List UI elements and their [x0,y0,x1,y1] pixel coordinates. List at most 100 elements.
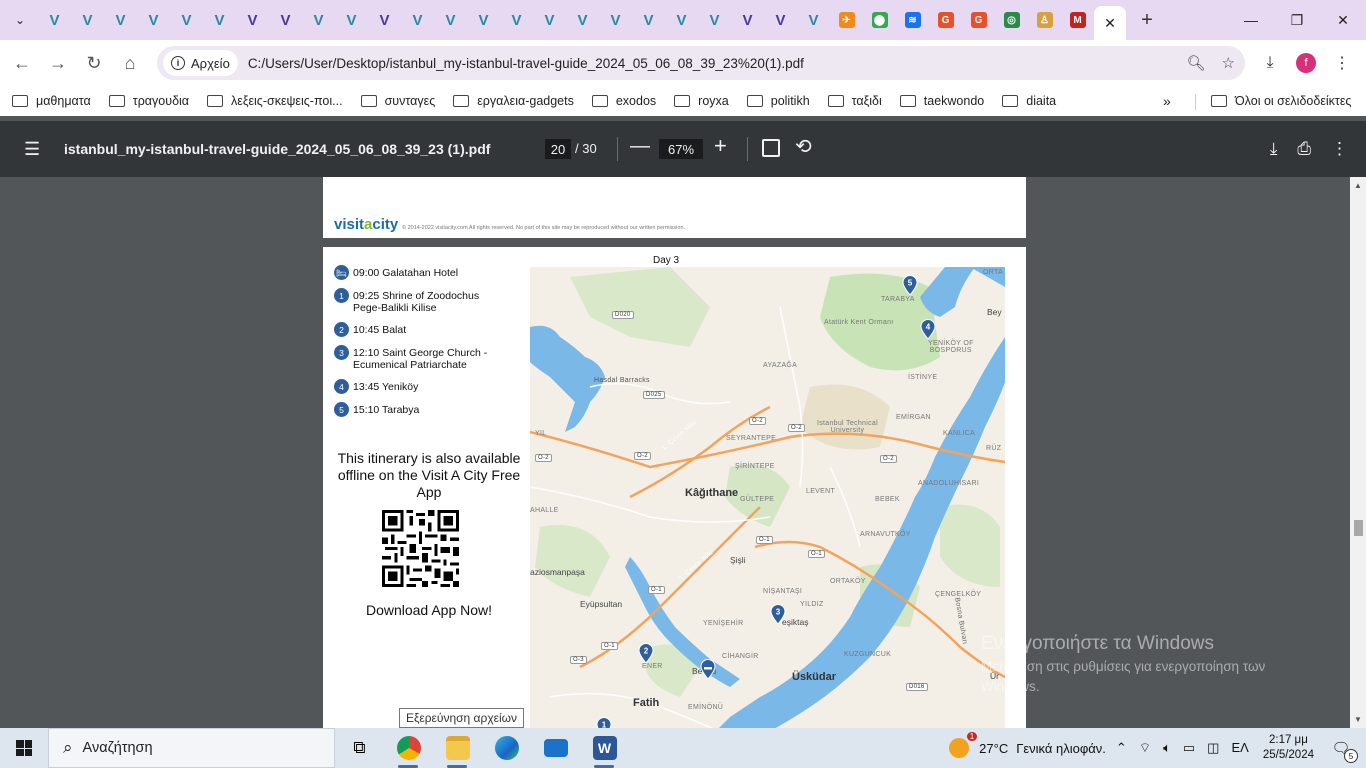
address-bar[interactable]: i Αρχείο C:/Users/User/Desktop/istanbul_… [157,46,1245,80]
bookmark-star-icon[interactable]: ☆ [1222,54,1235,72]
scroll-up-arrow-icon[interactable]: ▲ [1354,181,1362,190]
fit-page-icon[interactable] [762,139,780,157]
page-number-input[interactable]: 20 [545,139,571,159]
taskbar-search[interactable]: ⌕ Αναζήτηση [48,728,335,768]
battery-icon[interactable]: ▭ [1183,740,1195,756]
scroll-down-arrow-icon[interactable]: ▼ [1354,715,1362,724]
pdf-more-icon[interactable]: ⋮ [1331,139,1348,159]
bookmark-folder[interactable]: royxa [674,94,729,108]
reload-button[interactable]: ↻ [76,45,112,81]
tab-0[interactable]: V [38,6,71,34]
rotate-icon[interactable]: ⟲ [795,134,812,159]
browser-menu-button[interactable]: ⋮ [1324,45,1360,81]
camera-icon[interactable]: ◫ [1207,740,1219,756]
tab-13[interactable]: V [467,6,500,34]
tab-10[interactable]: V [368,6,401,34]
tab-8[interactable]: V [302,6,335,34]
stop-map-pin[interactable]: 3 [770,604,786,624]
language-indicator[interactable]: ΕΛ [1231,740,1248,756]
tab-15[interactable]: V [533,6,566,34]
zoom-level-input[interactable]: 67% [659,139,703,159]
chevron-up-icon[interactable]: ⌃ [1116,740,1127,756]
active-tab[interactable]: ✕ [1094,6,1126,40]
bookmarks-overflow-button[interactable]: » [1163,93,1171,109]
bookmark-folder[interactable]: taekwondo [899,94,984,108]
notifications-button[interactable]: 🗨︎ 5 [1328,735,1358,763]
tab-9[interactable]: V [335,6,368,34]
back-button[interactable]: ← [4,45,40,81]
hamburger-menu-icon[interactable]: ☰ [24,139,44,160]
tab-14[interactable]: V [500,6,533,34]
stop-map-pin[interactable]: 2 [638,643,654,663]
tab-28[interactable]: G [962,6,995,34]
tab-1[interactable]: V [71,6,104,34]
chrome-app[interactable] [384,728,433,768]
downloads-button[interactable]: ⤓ [1252,45,1288,81]
stop-map-pin[interactable]: 4 [920,319,936,339]
minimize-button[interactable]: — [1228,0,1274,40]
tab-26[interactable]: ≋ [896,6,929,34]
tab-12[interactable]: V [434,6,467,34]
word-app[interactable]: W [580,728,629,768]
day-map[interactable]: Kâğıthane Şişli Üsküdar Eyüpsultan Fatih azio… [530,267,1005,728]
tab-27[interactable]: G [929,6,962,34]
tab-20[interactable]: V [698,6,731,34]
edge-app[interactable] [482,728,531,768]
tab-11[interactable]: V [401,6,434,34]
tab-7[interactable]: V [269,6,302,34]
stop-map-pin[interactable]: 1 [596,717,612,728]
tab-17[interactable]: V [599,6,632,34]
tab-31[interactable]: M [1061,6,1094,34]
task-view-button[interactable]: ⧉ [335,728,384,768]
restore-button[interactable]: ❐ [1274,0,1320,40]
bookmark-folder[interactable]: εργαλεια-gadgets [453,94,574,108]
stop-map-pin[interactable]: 5 [902,275,918,295]
tab-search-button[interactable]: ⌄ [8,8,32,32]
forward-button[interactable]: → [40,45,76,81]
bookmark-folder[interactable]: λεξεις-σκεψεις-ποι... [207,94,343,108]
bookmark-folder[interactable]: τραγουδια [108,94,189,108]
bookmark-folder[interactable]: politikh [746,94,810,108]
zoom-icon[interactable]: 🔍︎ [1187,54,1206,72]
hotel-map-pin[interactable]: ▬ [700,659,716,679]
tab-19[interactable]: V [665,6,698,34]
pdf-download-icon[interactable]: ⤓ [1270,139,1278,159]
tab-3[interactable]: V [137,6,170,34]
tab-25[interactable]: ⬤ [863,6,896,34]
new-tab-button[interactable]: + [1132,6,1162,34]
all-bookmarks-button[interactable]: Όλοι οι σελιδοδείκτες [1211,86,1351,116]
site-info-chip[interactable]: i Αρχείο [163,50,238,76]
tab-16[interactable]: V [566,6,599,34]
tab-6[interactable]: V [236,6,269,34]
start-button[interactable] [0,728,48,768]
home-button[interactable]: ⌂ [112,45,148,81]
zoom-out-button[interactable]: — [630,135,650,158]
file-explorer-app[interactable] [433,728,482,768]
wifi-icon[interactable]: ⌔ [1139,740,1151,756]
mail-app[interactable] [531,728,580,768]
tab-23[interactable]: V [797,6,830,34]
page-scrollbar[interactable]: ▲ ▼ [1350,177,1366,728]
tab-30[interactable]: ♙ [1028,6,1061,34]
print-icon[interactable]: ⎙ [1297,139,1311,159]
tab-4[interactable]: V [170,6,203,34]
close-icon[interactable]: ✕ [1104,15,1116,32]
volume-icon[interactable]: 🔈︎ [1163,740,1171,756]
zoom-in-button[interactable]: + [714,133,727,159]
tab-2[interactable]: V [104,6,137,34]
tab-24[interactable]: ✈ [830,6,863,34]
profile-button[interactable]: f [1288,45,1324,81]
bookmark-folder[interactable]: ταξιδι [827,94,882,108]
tab-18[interactable]: V [632,6,665,34]
url-text[interactable]: C:/Users/User/Desktop/istanbul_my-istanb… [248,56,804,71]
bookmark-folder[interactable]: συνταγες [360,94,435,108]
bookmark-folder[interactable]: μαθηματα [12,94,91,108]
tab-22[interactable]: V [764,6,797,34]
tab-29[interactable]: ◎ [995,6,1028,34]
weather-widget[interactable]: 1 27°C Γενικά ηλιοφάν. [949,732,1106,758]
bookmark-folder[interactable]: diaita [1002,94,1056,108]
bookmark-folder[interactable]: exodos [591,94,656,108]
tab-21[interactable]: V [731,6,764,34]
tab-5[interactable]: V [203,6,236,34]
close-window-button[interactable]: ✕ [1320,0,1366,40]
